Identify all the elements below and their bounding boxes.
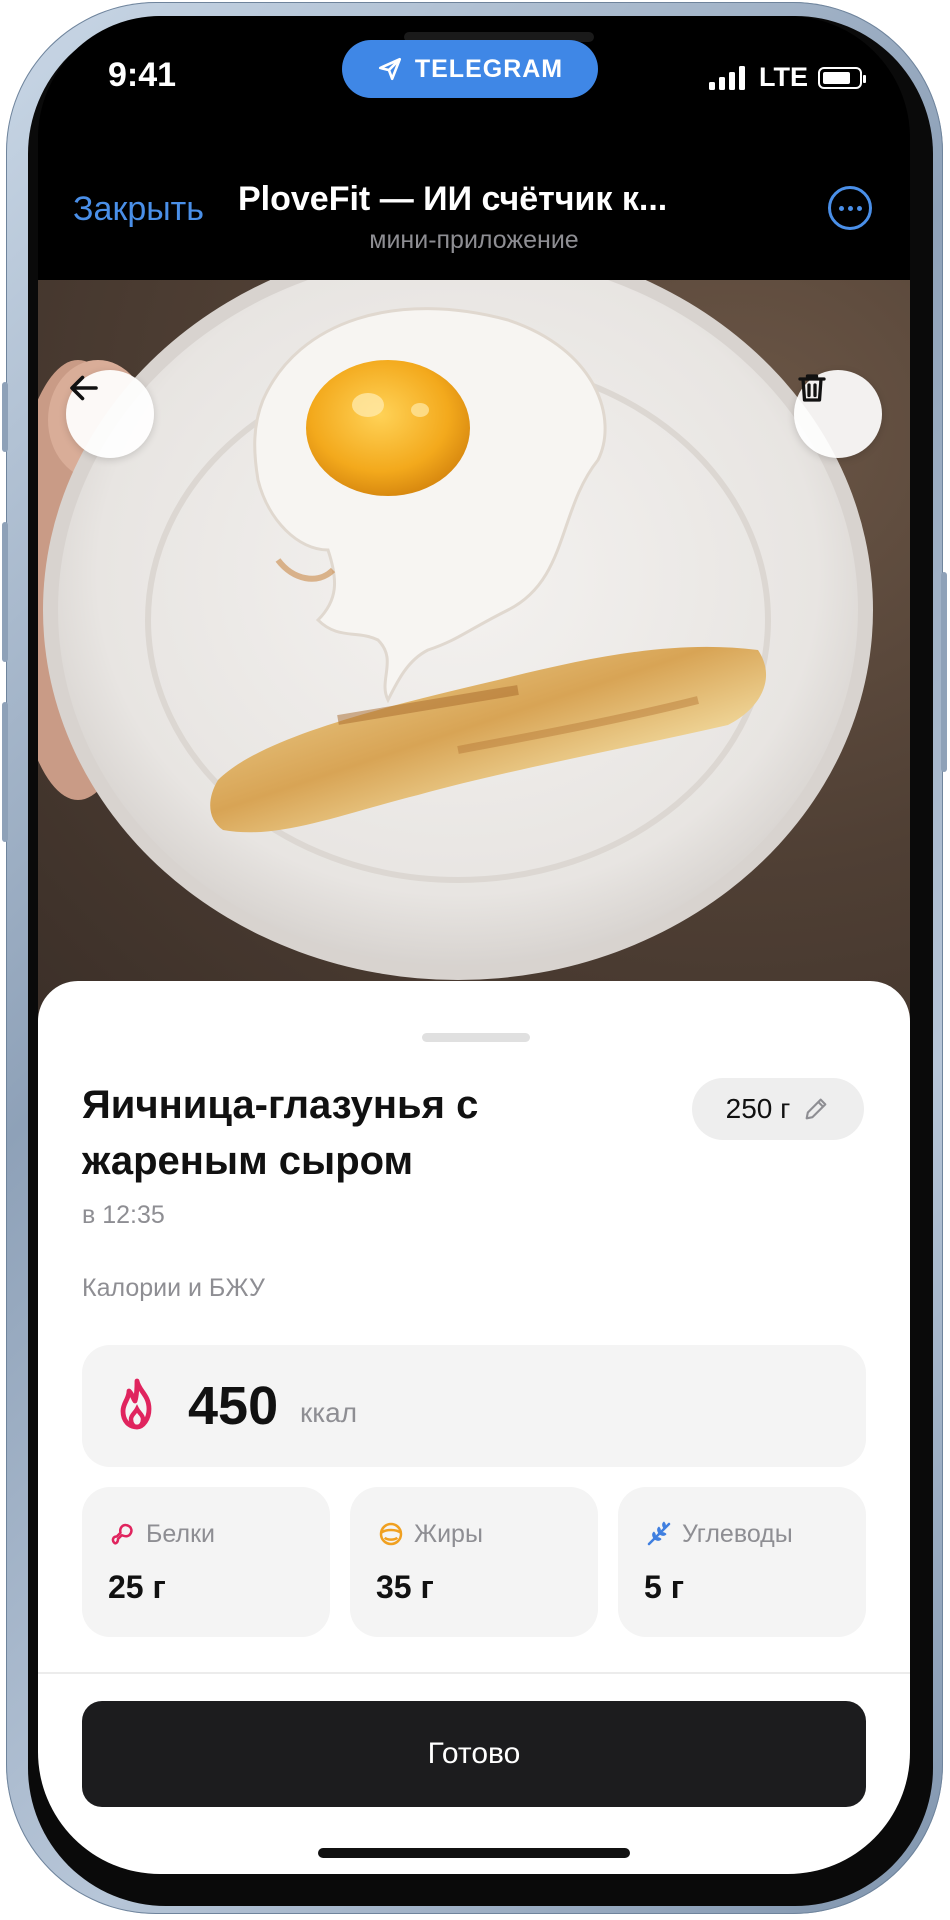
fat-icon xyxy=(379,1522,403,1546)
wheat-icon xyxy=(647,1521,671,1546)
protein-value: 25 г xyxy=(108,1569,166,1605)
send-icon xyxy=(378,57,401,81)
protein-card: Белки 25 г xyxy=(82,1487,330,1637)
calories-unit: ккал xyxy=(300,1397,358,1428)
food-photo-image xyxy=(38,280,873,980)
divider xyxy=(38,1672,910,1674)
app-subtitle: мини-приложение xyxy=(369,226,579,254)
volume-down-button xyxy=(2,702,8,842)
telegram-pill[interactable]: TELEGRAM xyxy=(342,40,598,98)
meal-details-sheet: Яичница-глазунья с жареным сыром в 12:35… xyxy=(38,981,910,1874)
telegram-pill-label: TELEGRAM xyxy=(414,54,564,83)
calories-card: 450 ккал xyxy=(82,1345,866,1467)
screen: 9:41 TELEGRAM LTE Закрыть PloveFit — ИИ … xyxy=(38,16,910,1874)
delete-button[interactable] xyxy=(794,370,882,458)
home-indicator[interactable] xyxy=(318,1848,630,1858)
carbs-card: Углеводы 5 г xyxy=(618,1487,866,1637)
carbs-value: 5 г xyxy=(644,1569,685,1605)
back-button[interactable] xyxy=(66,370,154,458)
carbs-label: Углеводы xyxy=(682,1519,793,1548)
nutrition-section-label: Калории и БЖУ xyxy=(82,1274,265,1302)
sheet-grabber[interactable] xyxy=(422,1033,530,1042)
arrow-left-icon xyxy=(70,375,98,401)
meal-title: Яичница-глазунья с жареным сыром xyxy=(82,1083,479,1183)
protein-label: Белки xyxy=(146,1519,215,1548)
done-button[interactable]: Готово xyxy=(82,1701,866,1807)
app-title: PloveFit — ИИ счётчик к... xyxy=(238,180,668,218)
status-indicators: LTE xyxy=(709,62,866,93)
battery-icon xyxy=(818,66,866,89)
status-time: 9:41 xyxy=(108,56,177,94)
miniapp-header: Закрыть PloveFit — ИИ счётчик к... мини-… xyxy=(38,166,910,286)
side-button xyxy=(2,382,8,452)
flame-icon xyxy=(120,1378,152,1430)
fat-card: Жиры 35 г xyxy=(350,1487,598,1637)
more-options-button[interactable] xyxy=(828,186,872,230)
close-button[interactable]: Закрыть xyxy=(73,190,204,229)
fat-label: Жиры xyxy=(414,1519,483,1548)
more-dot-icon xyxy=(856,205,862,211)
volume-up-button xyxy=(2,522,8,662)
fat-value: 35 г xyxy=(376,1569,434,1605)
pencil-icon xyxy=(805,1098,827,1120)
more-dot-icon xyxy=(847,205,853,211)
food-photo xyxy=(38,280,910,1050)
signal-icon xyxy=(709,65,745,90)
trash-icon xyxy=(798,374,826,402)
network-label: LTE xyxy=(759,62,808,92)
weight-value: 250 г xyxy=(725,1093,791,1124)
calories-value: 450 xyxy=(188,1376,279,1436)
protein-icon xyxy=(111,1523,133,1545)
power-button xyxy=(941,572,947,772)
battery-level xyxy=(823,71,850,84)
meal-time: в 12:35 xyxy=(82,1201,165,1229)
weight-edit-chip[interactable]: 250 г xyxy=(692,1078,864,1140)
more-dot-icon xyxy=(838,205,844,211)
